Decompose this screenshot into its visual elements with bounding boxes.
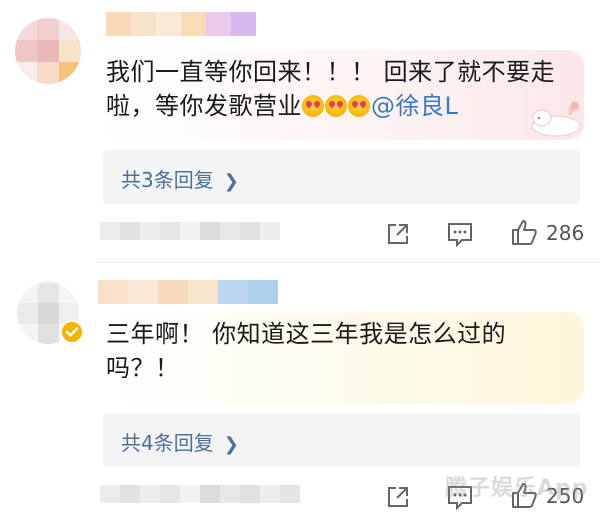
reply-count-link[interactable]: 共4条回复 ❯ bbox=[121, 427, 239, 456]
bunny-decoration-icon bbox=[531, 101, 581, 137]
verified-badge-icon bbox=[60, 320, 84, 344]
heart-eyes-emoji bbox=[348, 95, 370, 117]
comment-text-line-2-body: 啦，等你发歌营业 bbox=[106, 92, 302, 120]
reply-count-text: 共4条回复 bbox=[121, 431, 214, 455]
comment-meta bbox=[100, 222, 280, 240]
reply-summary[interactable]: 共4条回复 ❯ bbox=[103, 413, 580, 467]
reply-count-link[interactable]: 共3条回复 ❯ bbox=[121, 164, 239, 193]
user-avatar[interactable] bbox=[15, 18, 81, 84]
chevron-right-icon: ❯ bbox=[223, 171, 239, 192]
comment-meta bbox=[100, 485, 300, 503]
reply-summary[interactable]: 共3条回复 ❯ bbox=[103, 150, 580, 204]
watermark: 腾子娱乐App bbox=[445, 476, 589, 501]
comment-icon[interactable] bbox=[446, 221, 474, 247]
comment-text-line-2: 啦，等你发歌营业 @徐良L bbox=[106, 86, 458, 126]
username[interactable] bbox=[98, 280, 278, 304]
like-count: 286 bbox=[546, 221, 585, 245]
divider bbox=[96, 262, 600, 263]
mention-link[interactable]: @徐良L bbox=[371, 92, 458, 120]
thumbs-up-icon[interactable] bbox=[510, 218, 538, 246]
reply-count-text: 共3条回复 bbox=[121, 168, 214, 192]
chevron-right-icon: ❯ bbox=[223, 434, 239, 455]
share-icon[interactable] bbox=[385, 221, 411, 247]
share-icon[interactable] bbox=[385, 484, 411, 510]
comment-text-line-2: 吗？！ bbox=[106, 354, 180, 382]
heart-eyes-emoji bbox=[302, 95, 324, 117]
heart-eyes-emoji bbox=[325, 95, 347, 117]
username[interactable] bbox=[106, 12, 256, 36]
